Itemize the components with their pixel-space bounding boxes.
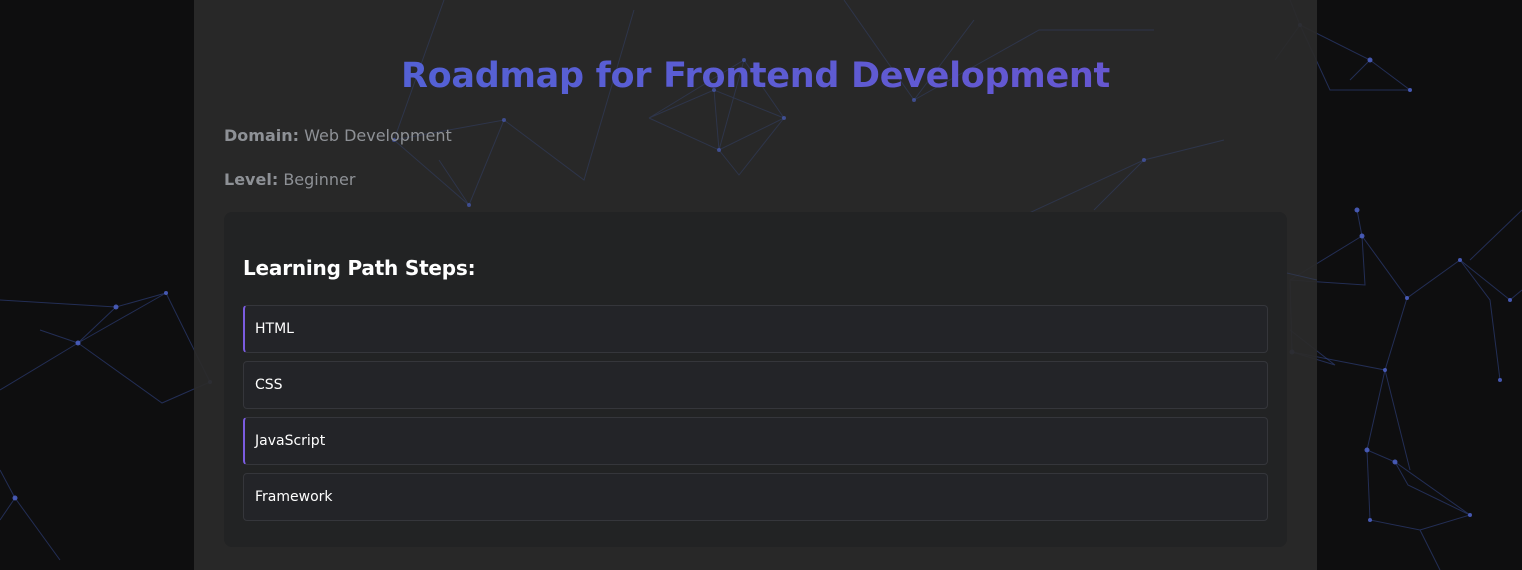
step-label: Framework [255,489,333,505]
level-value: Beginner [283,170,356,189]
step-javascript[interactable]: JavaScript [243,417,1268,465]
learning-path-card: Learning Path Steps: HTML CSS JavaScript… [224,212,1287,547]
step-framework[interactable]: Framework [243,473,1268,521]
step-label: JavaScript [255,433,326,449]
step-css[interactable]: CSS [243,361,1268,409]
step-label: HTML [255,321,294,337]
domain-label: Domain: [224,126,300,145]
domain-value: Web Development [304,126,452,145]
level-line: Level: Beginner [224,170,355,189]
page-title: Roadmap for Frontend Development [194,52,1317,100]
step-label: CSS [255,377,283,393]
domain-line: Domain: Web Development [224,126,452,145]
roadmap-panel: Roadmap for Frontend Development Domain:… [194,0,1317,570]
level-label: Level: [224,170,279,189]
steps-list: HTML CSS JavaScript Framework [243,305,1268,529]
steps-heading: Learning Path Steps: [243,256,476,280]
step-html[interactable]: HTML [243,305,1268,353]
